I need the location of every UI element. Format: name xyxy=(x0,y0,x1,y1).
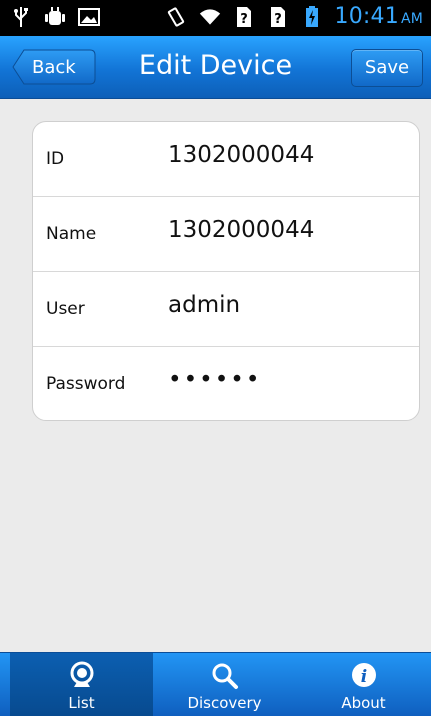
sim-unknown-icon: ? xyxy=(233,6,255,28)
tab-list-label: List xyxy=(68,694,95,712)
svg-text:i: i xyxy=(360,667,366,687)
user-field[interactable] xyxy=(168,292,408,318)
tab-discovery-label: Discovery xyxy=(187,694,262,712)
tab-list[interactable]: List xyxy=(10,653,153,716)
user-label: User xyxy=(46,299,85,319)
svg-text:?: ? xyxy=(274,12,282,27)
name-field[interactable] xyxy=(168,217,408,243)
android-debug-icon xyxy=(44,6,66,28)
tab-about-label: About xyxy=(341,694,386,712)
title-bar: Back Edit Device Save xyxy=(0,36,431,99)
sim-unknown-icon: ? xyxy=(267,6,289,28)
device-form: ID Name User Password xyxy=(32,121,420,421)
password-field[interactable] xyxy=(168,367,408,393)
battery-charging-icon xyxy=(301,5,323,28)
tab-bar: List Discovery i About xyxy=(0,652,431,716)
svg-text:?: ? xyxy=(240,12,248,27)
image-icon xyxy=(78,6,100,28)
webcam-icon xyxy=(68,661,96,695)
form-row-user: User xyxy=(33,272,419,347)
vibrate-icon xyxy=(165,6,187,28)
status-bar: ? ? 10:41 AM xyxy=(0,0,431,36)
search-icon xyxy=(211,661,239,695)
status-right-icons: ? ? 10:41 AM xyxy=(165,4,423,29)
form-row-name: Name xyxy=(33,197,419,272)
save-button[interactable]: Save xyxy=(351,49,423,87)
name-label: Name xyxy=(46,224,97,244)
save-button-label: Save xyxy=(364,57,410,78)
id-label: ID xyxy=(46,149,65,169)
id-field[interactable] xyxy=(168,142,408,168)
tab-discovery[interactable]: Discovery xyxy=(153,653,296,716)
form-row-id: ID xyxy=(33,122,419,197)
info-icon: i xyxy=(350,661,378,695)
tab-about[interactable]: i About xyxy=(296,653,431,716)
wifi-icon xyxy=(199,6,221,28)
status-left-icons xyxy=(10,6,100,28)
password-label: Password xyxy=(46,374,126,394)
clock: 10:41 AM xyxy=(334,4,423,29)
form-row-password: Password xyxy=(33,347,419,420)
usb-icon xyxy=(10,6,32,28)
